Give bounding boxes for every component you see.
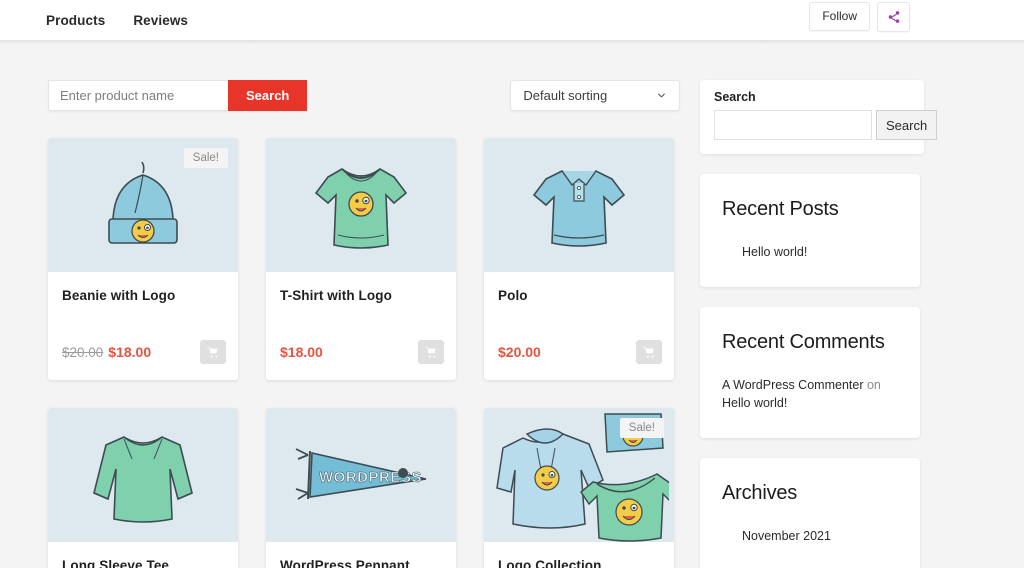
- product-price: $20.00: [498, 344, 541, 360]
- product-search-button[interactable]: Search: [228, 80, 308, 111]
- sidebar-search-button[interactable]: Search: [876, 110, 938, 140]
- archive-link[interactable]: November 2021: [742, 527, 898, 545]
- long-sleeve-tee-illustration: [93, 436, 193, 523]
- product-name: Long Sleeve Tee: [62, 558, 170, 568]
- product-name: Polo: [498, 288, 528, 303]
- product-card[interactable]: WORDPRESS WordPress Pennant: [266, 408, 456, 568]
- follow-button[interactable]: Follow: [809, 2, 870, 31]
- sidebar-search-input[interactable]: [714, 110, 872, 140]
- product-price-row: $18.00: [280, 340, 444, 364]
- product-info: T-Shirt with Logo $18.00: [266, 272, 456, 380]
- product-info: Logo Collection: [484, 542, 674, 568]
- product-card[interactable]: Sale!: [48, 138, 238, 380]
- product-info: Long Sleeve Tee: [48, 542, 238, 568]
- product-info: WordPress Pennant: [266, 542, 456, 568]
- product-name: Beanie with Logo: [62, 288, 176, 303]
- polo-shirt-illustration: [532, 170, 626, 247]
- wordpress-pennant-illustration: WORDPRESS: [295, 448, 427, 500]
- comment-author[interactable]: A WordPress Commenter: [722, 378, 863, 392]
- products-column: Search Default sorting Sale!: [0, 80, 684, 568]
- shopping-cart-icon: [206, 345, 220, 359]
- recent-comments-title: Recent Comments: [722, 331, 885, 354]
- product-info: Beanie with Logo $20.00 $18.00: [48, 272, 238, 380]
- add-to-cart-button[interactable]: [200, 340, 226, 364]
- product-price-old: $20.00: [62, 344, 104, 360]
- product-info: Polo $20.00: [484, 272, 674, 380]
- sidebar: Search Search Recent Posts Hello world! …: [684, 80, 1024, 568]
- product-image: Sale!: [484, 408, 674, 542]
- shopping-cart-icon: [424, 345, 438, 359]
- sale-badge: Sale!: [183, 148, 228, 168]
- sale-badge: Sale!: [619, 418, 664, 438]
- product-image: Sale!: [48, 138, 238, 272]
- recent-comment-item: A WordPress Commenter on Hello world!: [722, 376, 898, 412]
- recent-posts-title: Recent Posts: [722, 198, 839, 220]
- product-grid: Sale! Beanie with Logo $20.00 $18.00 T-S…: [48, 138, 684, 568]
- product-search: Search: [48, 80, 308, 111]
- top-navigation: Products Reviews: [46, 13, 188, 28]
- search-widget-label: Search: [714, 90, 756, 104]
- sorting-select[interactable]: Default sorting: [510, 80, 681, 111]
- recent-comments-widget: Recent Comments A WordPress Commenter on…: [700, 307, 920, 439]
- product-name: Logo Collection: [498, 558, 602, 568]
- product-image: WORDPRESS: [266, 408, 456, 542]
- recent-post-link[interactable]: Hello world!: [742, 243, 898, 261]
- content-area: Search Default sorting Sale!: [0, 44, 1024, 568]
- add-to-cart-button[interactable]: [418, 340, 444, 364]
- search-widget: Search Search: [700, 80, 938, 154]
- sorting-selected-label: Default sorting: [523, 88, 608, 103]
- chevron-down-icon: [656, 90, 667, 101]
- nav-item-products[interactable]: Products: [46, 13, 105, 28]
- add-to-cart-button[interactable]: [636, 340, 662, 364]
- product-card[interactable]: T-Shirt with Logo $18.00: [266, 138, 456, 380]
- product-image: [48, 408, 238, 542]
- tshirt-illustration: [314, 168, 408, 249]
- top-bar-actions: Follow: [809, 2, 910, 32]
- comment-post-link[interactable]: Hello world!: [722, 396, 787, 410]
- product-price: $18.00: [108, 344, 152, 360]
- comment-on-word: on: [866, 378, 881, 393]
- recent-posts-widget: Recent Posts Hello world!: [700, 174, 920, 288]
- product-name: T-Shirt with Logo: [280, 288, 392, 303]
- search-widget-row: Search: [714, 110, 938, 140]
- product-card[interactable]: Long Sleeve Tee: [48, 408, 238, 568]
- archives-widget: Archives November 2021: [700, 458, 920, 568]
- product-price: $18.00: [280, 344, 323, 360]
- product-image: [266, 138, 456, 272]
- product-card[interactable]: Polo $20.00: [484, 138, 674, 380]
- top-bar: Products Reviews Follow: [0, 0, 1024, 40]
- product-image: [484, 138, 674, 272]
- product-card[interactable]: Sale!: [484, 408, 674, 568]
- shopping-cart-icon: [642, 345, 656, 359]
- share-icon: [887, 10, 901, 24]
- product-search-input[interactable]: [48, 80, 228, 111]
- products-toolbar: Search Default sorting: [48, 80, 684, 124]
- page-body: Search Default sorting Sale!: [0, 44, 1024, 568]
- product-price-row: $20.00: [498, 340, 662, 364]
- share-button[interactable]: [877, 2, 910, 32]
- product-price-row: $20.00 $18.00: [62, 340, 226, 364]
- product-name: WordPress Pennant: [280, 558, 410, 568]
- archives-title: Archives: [722, 482, 798, 505]
- nav-item-reviews[interactable]: Reviews: [133, 13, 188, 28]
